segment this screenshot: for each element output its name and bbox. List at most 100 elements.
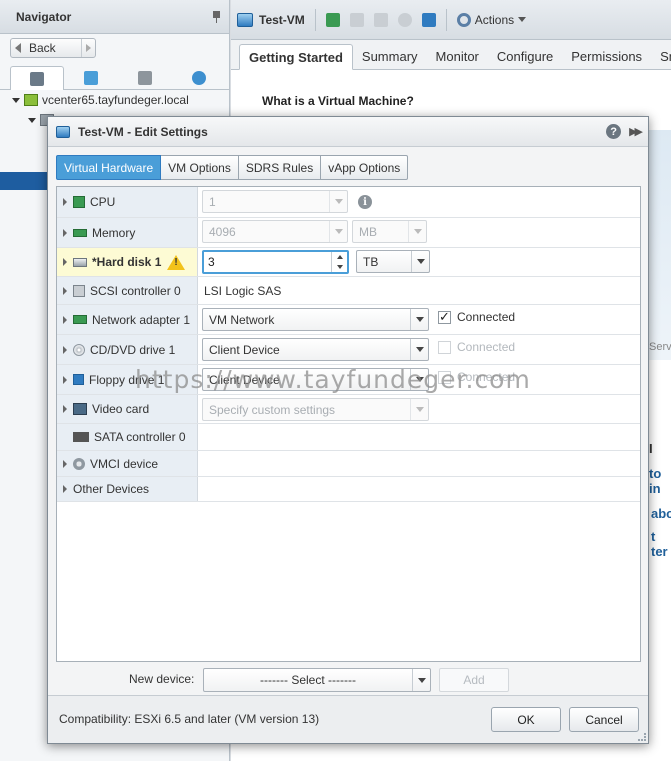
power-on-icon[interactable] xyxy=(325,12,340,27)
increment-icon[interactable] xyxy=(332,252,347,262)
dialog-footer: Compatibility: ESXi 6.5 and later (VM ve… xyxy=(48,695,648,743)
cddvd-label[interactable]: CD/DVD drive 1 xyxy=(57,335,198,364)
hard-disk-unit-select[interactable]: TB xyxy=(356,250,430,273)
stop-icon[interactable] xyxy=(373,12,388,27)
expand-arrow-icon[interactable] xyxy=(63,405,67,413)
tab-configure[interactable]: Configure xyxy=(488,43,562,69)
expand-arrow-icon[interactable] xyxy=(63,375,67,384)
tab-storage[interactable] xyxy=(118,66,172,90)
tab-summary[interactable]: Summary xyxy=(353,43,427,69)
vmci-label[interactable]: VMCI device xyxy=(57,451,198,476)
network-connected-checkbox[interactable]: Connected xyxy=(438,309,515,325)
hw-row-vmci: VMCI device xyxy=(57,451,640,477)
hw-row-sata: SATA controller 0 xyxy=(57,424,640,451)
add-device-button: Add xyxy=(439,668,509,692)
network-adapter-icon xyxy=(73,315,87,324)
tab-snapshots[interactable]: Snaps xyxy=(651,43,671,69)
cpu-label[interactable]: CPU xyxy=(57,187,198,217)
decrement-icon[interactable] xyxy=(332,262,347,272)
cpu-icon xyxy=(73,196,85,208)
actions-menu[interactable]: Actions xyxy=(456,12,527,27)
vcenter-icon xyxy=(24,94,38,106)
resize-grip-icon[interactable] xyxy=(638,733,646,741)
expand-icon[interactable] xyxy=(28,117,36,123)
video-card-label[interactable]: Video card xyxy=(57,395,198,423)
network-icon xyxy=(192,71,206,85)
partial-text[interactable]: t ter xyxy=(651,529,671,559)
hw-row-cddvd: CD/DVD drive 1 Client Device Connected xyxy=(57,335,640,365)
partial-text: I xyxy=(649,441,653,456)
monitor-icon xyxy=(73,403,87,415)
cd-icon xyxy=(73,343,85,356)
expand-arrow-icon[interactable] xyxy=(63,315,67,324)
new-device-label: New device: xyxy=(129,672,195,686)
tab-virtual-hardware[interactable]: Virtual Hardware xyxy=(56,155,162,180)
compatibility-text: Compatibility: ESXi 6.5 and later (VM ve… xyxy=(59,712,320,726)
hw-row-memory: Memory 4096 MB xyxy=(57,218,640,248)
sata-label: SATA controller 0 xyxy=(57,424,198,450)
dialog-tabs: Virtual Hardware VM Options SDRS Rules v… xyxy=(56,155,409,180)
hw-row-video: Video card Specify custom settings xyxy=(57,395,640,424)
pin-icon[interactable] xyxy=(212,10,221,23)
ok-button[interactable]: OK xyxy=(491,707,561,732)
chevron-down-icon xyxy=(518,17,527,22)
dialog-header: Test-VM - Edit Settings ? ▶▶ xyxy=(48,117,648,147)
forward-arrow-icon[interactable] xyxy=(81,39,95,57)
tree-item-vcenter[interactable]: vcenter65.tayfundeger.local xyxy=(0,90,229,110)
navigator-title: Navigator xyxy=(16,9,72,24)
tab-vms-templates[interactable] xyxy=(64,66,118,90)
tab-vapp-options[interactable]: vApp Options xyxy=(321,155,409,180)
cddvd-select[interactable]: Client Device xyxy=(202,338,429,361)
sata-icon xyxy=(73,432,89,442)
back-button[interactable]: Back xyxy=(10,38,96,58)
network-select[interactable]: VM Network xyxy=(202,308,429,331)
hw-row-other: Other Devices xyxy=(57,477,640,502)
play-icon[interactable] xyxy=(349,12,364,27)
vm-icon xyxy=(237,12,253,27)
cancel-button[interactable]: Cancel xyxy=(569,707,639,732)
vm-title: Test-VM xyxy=(237,12,305,27)
hw-row-floppy: Floppy drive 1 Client Device Connected xyxy=(57,365,640,395)
expand-icon[interactable] xyxy=(12,97,20,103)
tab-monitor[interactable]: Monitor xyxy=(427,43,488,69)
new-device-select[interactable]: ------- Select ------- xyxy=(203,668,431,692)
storage-icon xyxy=(138,71,152,85)
floppy-label[interactable]: Floppy drive 1 xyxy=(57,365,198,394)
memory-label[interactable]: Memory xyxy=(57,218,198,247)
vm-title-label: Test-VM xyxy=(259,12,305,27)
tab-getting-started[interactable]: Getting Started xyxy=(239,44,353,70)
expand-arrow-icon[interactable] xyxy=(63,228,67,237)
tab-permissions[interactable]: Permissions xyxy=(562,43,651,69)
expand-arrow-icon[interactable] xyxy=(63,485,67,493)
tree-item-selected[interactable] xyxy=(0,172,50,190)
expand-arrow-icon[interactable] xyxy=(63,258,67,266)
floppy-connected-checkbox: Connected xyxy=(438,370,515,384)
floppy-icon xyxy=(73,374,84,385)
help-icon[interactable]: ? xyxy=(606,124,622,139)
partial-text: Serv xyxy=(649,341,671,353)
hard-disk-label[interactable]: *Hard disk 1 xyxy=(57,248,198,276)
vcenter-label: vcenter65.tayfundeger.local xyxy=(42,93,189,107)
info-icon[interactable]: i xyxy=(358,195,372,209)
tab-vm-options[interactable]: VM Options xyxy=(161,155,239,180)
hosts-icon xyxy=(30,71,44,86)
expand-arrow-icon[interactable] xyxy=(63,459,67,468)
hard-disk-icon xyxy=(73,257,87,267)
network-adapter-label[interactable]: Network adapter 1 xyxy=(57,305,198,334)
scsi-label[interactable]: SCSI controller 0 xyxy=(57,277,198,304)
scsi-controller-icon xyxy=(73,284,85,297)
partial-text[interactable]: to in xyxy=(649,466,671,496)
suspend-icon[interactable] xyxy=(397,12,412,27)
expand-arrow-icon[interactable] xyxy=(63,198,67,206)
other-devices-label[interactable]: Other Devices xyxy=(57,477,198,501)
tab-hosts-clusters[interactable] xyxy=(10,66,64,90)
expand-arrow-icon[interactable] xyxy=(63,286,67,295)
expand-arrow-icon[interactable] xyxy=(63,345,67,354)
partial-text[interactable]: abo xyxy=(651,506,671,521)
tab-networking[interactable] xyxy=(172,66,226,90)
tab-sdrs-rules[interactable]: SDRS Rules xyxy=(238,155,322,180)
migrate-icon[interactable] xyxy=(421,12,436,27)
expand-dialog-icon[interactable]: ▶▶ xyxy=(629,125,643,138)
hard-disk-size-input[interactable]: 3 xyxy=(202,250,349,274)
floppy-select[interactable]: Client Device xyxy=(202,368,429,391)
